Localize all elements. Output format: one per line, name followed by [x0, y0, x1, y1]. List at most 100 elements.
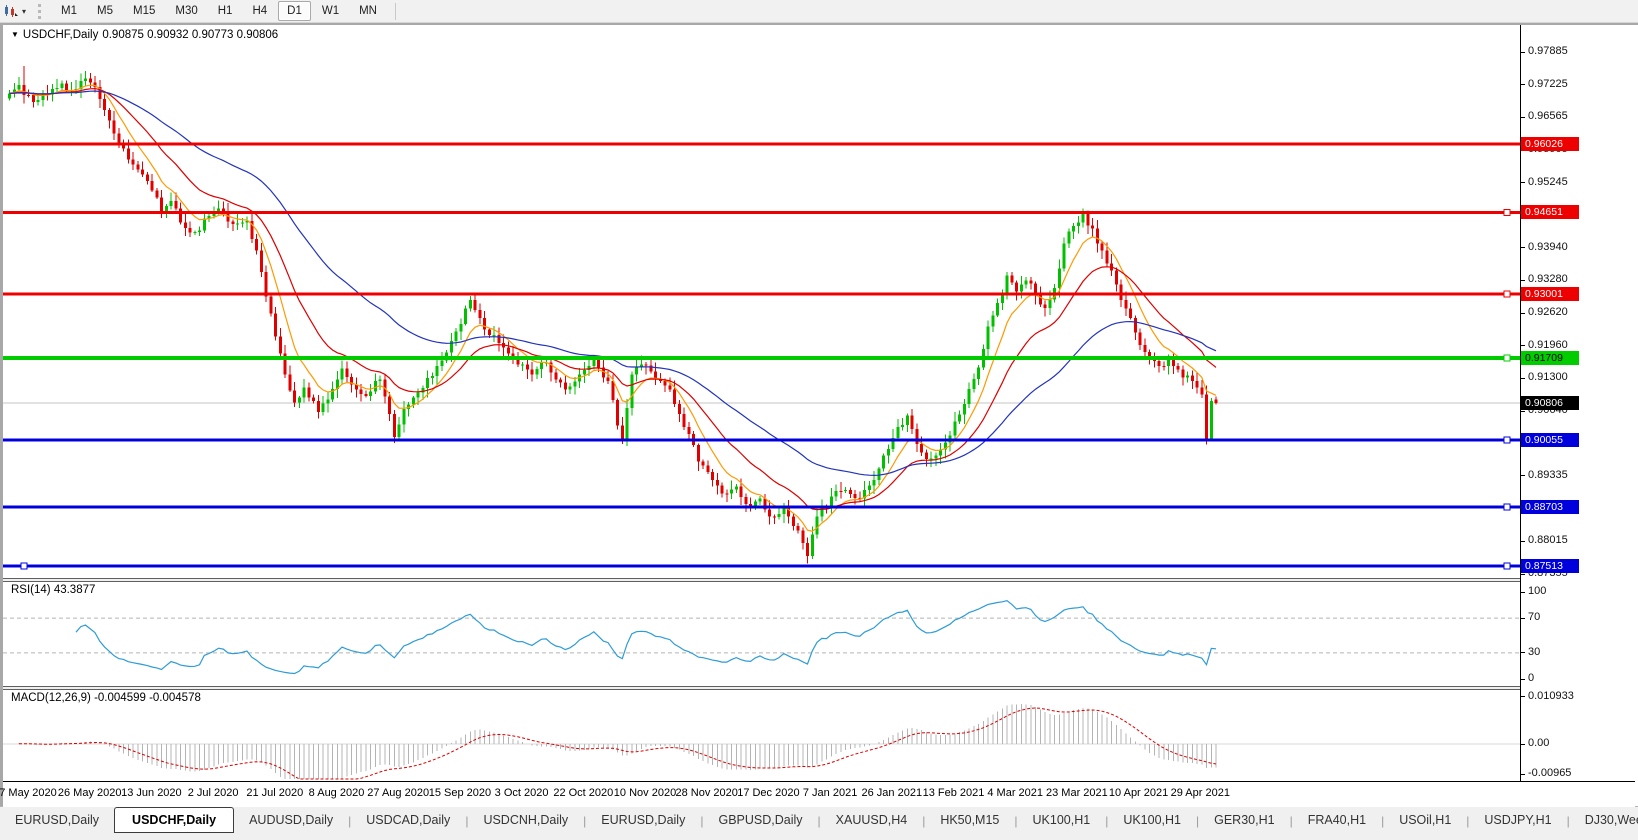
date-tick-label: 4 Mar 2021 — [987, 787, 1043, 799]
price-level-label: 0.87513 — [1521, 559, 1579, 573]
rsi-line — [76, 601, 1216, 674]
timeframe-button-D1[interactable]: D1 — [278, 1, 311, 21]
chart-tab-bar: EURUSD,DailyUSDCHF,DailyAUDUSD,Daily|USD… — [0, 806, 1638, 840]
symbol-tab-USDCHF-Daily[interactable]: USDCHF,Daily — [114, 807, 234, 833]
horizontal-level-lines[interactable] — [3, 144, 1520, 569]
macd-tick-label: 0.010933 — [1528, 690, 1574, 702]
symbol-tab-USDCAD-Daily[interactable]: USDCAD,Daily — [351, 810, 465, 831]
symbol-tab-GER30-H1[interactable]: GER30,H1 — [1199, 810, 1289, 831]
date-tick-label: 7 Jan 2021 — [803, 787, 857, 799]
price-tick-mark — [1521, 475, 1525, 476]
price-level-label: 0.88703 — [1521, 500, 1579, 514]
price-tick-mark — [1521, 411, 1525, 412]
price-tick-label: 0.93280 — [1528, 273, 1568, 285]
toolbar-separator — [395, 3, 396, 20]
price-tick-mark — [1521, 345, 1525, 346]
date-tick-label: 28 Nov 2020 — [675, 787, 737, 799]
symbol-tab-HK50-M15[interactable]: HK50,M15 — [925, 810, 1014, 831]
symbol-tab-EURUSD-Daily[interactable]: EURUSD,Daily — [586, 810, 700, 831]
chart-tools-icon[interactable] — [4, 4, 19, 18]
date-tick-label: 15 Sep 2020 — [429, 787, 491, 799]
price-axis[interactable]: 0.978850.972250.965650.959050.952450.945… — [1520, 25, 1635, 781]
symbol-tab-AUDUSD-Daily[interactable]: AUDUSD,Daily — [234, 810, 348, 831]
timeframe-button-MN[interactable]: MN — [350, 1, 386, 21]
main-chart-canvas[interactable] — [3, 25, 1520, 578]
symbol-tab-UK100-H1[interactable]: UK100,H1 — [1018, 810, 1106, 831]
date-tick-label: 23 Mar 2021 — [1046, 787, 1108, 799]
date-tick-label: 29 Apr 2021 — [1171, 787, 1230, 799]
date-tick-label: 17 Dec 2020 — [737, 787, 799, 799]
price-level-label: 0.90055 — [1521, 433, 1579, 447]
rsi-tick-label: 0 — [1528, 672, 1534, 684]
price-tick-label: 0.97885 — [1528, 45, 1568, 57]
timeframe-buttons-group: M1M5M15M30H1H4D1W1MN — [51, 1, 387, 21]
date-tick-label: 26 May 2020 — [58, 787, 122, 799]
symbol-tab-GBPUSD-Daily[interactable]: GBPUSD,Daily — [703, 810, 817, 831]
symbol-tab-EURUSD-Daily[interactable]: EURUSD,Daily — [0, 810, 114, 831]
price-tick-mark — [1521, 574, 1525, 575]
panel-splitter[interactable] — [3, 686, 1635, 690]
panel-splitter[interactable] — [3, 578, 1635, 582]
timeframe-button-M5[interactable]: M5 — [88, 1, 122, 21]
price-level-label: 0.94651 — [1521, 205, 1579, 219]
rsi-tick-mark — [1521, 618, 1525, 619]
macd-tick-label: -0.00965 — [1528, 767, 1571, 779]
timeframe-button-M1[interactable]: M1 — [52, 1, 86, 21]
macd-tick-label: 0.00 — [1528, 737, 1549, 749]
timeframe-toolbar: ▾ M1M5M15M30H1H4D1W1MN — [0, 0, 1638, 23]
macd-tick-mark — [1521, 744, 1525, 745]
price-tick-label: 0.97225 — [1528, 78, 1568, 90]
chart-title: ▼USDCHF,Daily0.90875 0.90932 0.90773 0.9… — [11, 29, 278, 41]
macd-canvas — [3, 690, 1520, 781]
price-tick-label: 0.96565 — [1528, 110, 1568, 122]
date-tick-label: 10 Nov 2020 — [614, 787, 676, 799]
timeframe-button-W1[interactable]: W1 — [313, 1, 348, 21]
price-tick-mark — [1521, 117, 1525, 118]
date-tick-label: 26 Jan 2021 — [862, 787, 923, 799]
dropdown-arrow-icon[interactable]: ▾ — [22, 7, 26, 16]
date-tick-label: 21 Jul 2020 — [246, 787, 303, 799]
rsi-tick-mark — [1521, 679, 1525, 680]
date-tick-label: 13 Jun 2020 — [121, 787, 182, 799]
timeframe-button-H1[interactable]: H1 — [209, 1, 242, 21]
symbol-tab-USDJPY-H1[interactable]: USDJPY,H1 — [1469, 810, 1566, 831]
date-tick-label: 7 May 2020 — [0, 787, 57, 799]
symbol-tab-FRA40-H1[interactable]: FRA40,H1 — [1293, 810, 1381, 831]
price-tick-mark — [1521, 280, 1525, 281]
rsi-tick-label: 30 — [1528, 646, 1540, 658]
price-tick-mark — [1521, 247, 1525, 248]
timeframe-button-M30[interactable]: M30 — [166, 1, 206, 21]
toolbar-grip[interactable] — [38, 4, 41, 19]
bid-price-label: 0.90806 — [1521, 396, 1579, 410]
price-tick-mark — [1521, 378, 1525, 379]
date-tick-label: 2 Jul 2020 — [188, 787, 239, 799]
timeframe-button-M15[interactable]: M15 — [124, 1, 164, 21]
price-tick-label: 0.88015 — [1528, 534, 1568, 546]
price-tick-label: 0.92620 — [1528, 306, 1568, 318]
date-tick-label: 10 Apr 2021 — [1109, 787, 1168, 799]
price-tick-mark — [1521, 182, 1525, 183]
candlestick-series — [8, 66, 1218, 563]
date-tick-label: 8 Aug 2020 — [309, 787, 365, 799]
date-tick-label: 27 Aug 2020 — [367, 787, 429, 799]
price-tick-mark — [1521, 84, 1525, 85]
rsi-tick-label: 100 — [1528, 585, 1546, 597]
chart-window: ▼USDCHF,Daily0.90875 0.90932 0.90773 0.9… — [0, 23, 1638, 806]
symbol-tab-DJ30-Weekly[interactable]: DJ30,Weekly — [1570, 810, 1638, 831]
symbol-tab-USDCNH-Daily[interactable]: USDCNH,Daily — [468, 810, 583, 831]
price-tick-mark — [1521, 313, 1525, 314]
collapse-caret-icon: ▼ — [11, 30, 19, 39]
symbol-tab-USOil-H1[interactable]: USOil,H1 — [1384, 810, 1466, 831]
macd-indicator-label: MACD(12,26,9) -0.004599 -0.004578 — [11, 692, 201, 704]
price-tick-mark — [1521, 52, 1525, 53]
symbol-tab-UK100-H1[interactable]: UK100,H1 — [1108, 810, 1196, 831]
timeframe-button-H4[interactable]: H4 — [243, 1, 276, 21]
symbol-tab-XAUUSD-H4[interactable]: XAUUSD,H4 — [821, 810, 923, 831]
rsi-canvas — [3, 582, 1520, 686]
price-tick-label: 0.95245 — [1528, 176, 1568, 188]
macd-tick-mark — [1521, 696, 1525, 697]
rsi-indicator-label: RSI(14) 43.3877 — [11, 584, 95, 596]
moving-average-lines — [10, 85, 1217, 531]
date-tick-label: 3 Oct 2020 — [495, 787, 549, 799]
time-axis[interactable]: 7 May 202026 May 202013 Jun 2020 2 Jul 20… — [3, 781, 1635, 807]
